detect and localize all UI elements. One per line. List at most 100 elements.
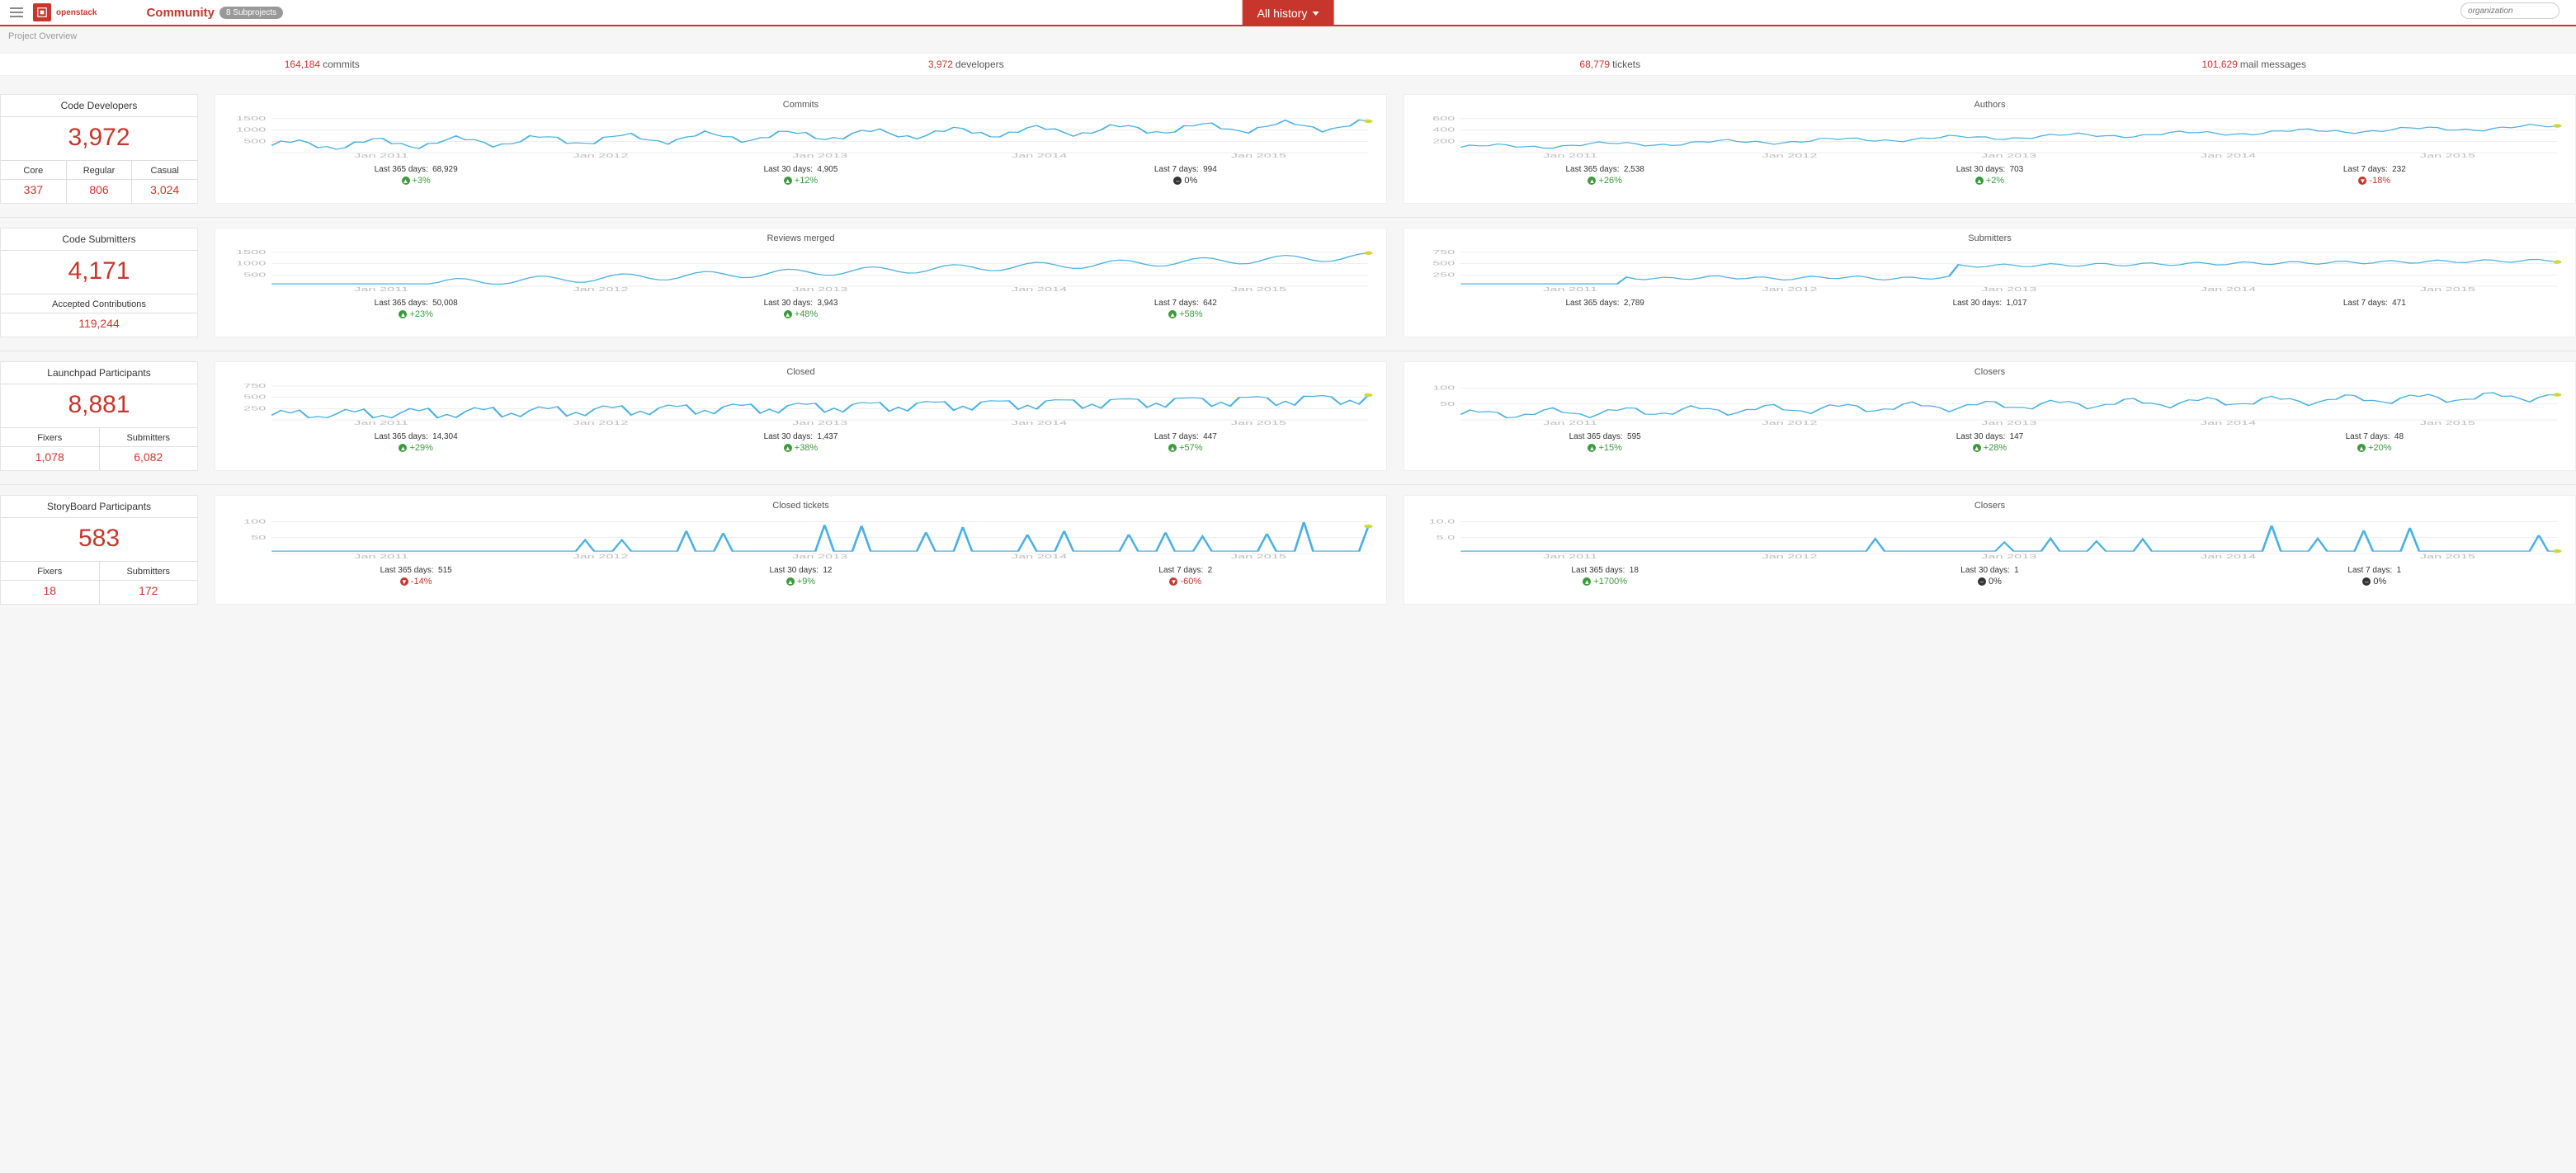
summary-item[interactable]: 3,972developers (644, 54, 1289, 75)
stat-subcell[interactable]: Submitters172 (99, 562, 198, 604)
chart-metrics-row: Last 365 days: 18▲+1700%Last 30 days: 1–… (1413, 560, 2567, 586)
chart-metric: Last 30 days: 1,437▲+38% (608, 430, 993, 453)
stat-subcell[interactable]: Fixers1,078 (1, 428, 99, 470)
chart-metric: Last 7 days: 642▲+58% (993, 296, 1378, 319)
metric-value: 1 (2014, 566, 2019, 575)
sparkline-chart: 250500750Jan 2011Jan 2012Jan 2013Jan 201… (1413, 245, 2567, 293)
metric-delta: ▲+48% (608, 309, 993, 319)
caret-down-icon (1312, 12, 1319, 16)
chart-metric: Last 7 days: 1–0% (2182, 563, 2567, 586)
sparkline-chart: 50010001500Jan 2011Jan 2012Jan 2013Jan 2… (224, 245, 1378, 293)
stat-sub-label: Regular (67, 164, 132, 180)
stat-sub-label: Submitters (100, 431, 198, 447)
dashboard-row: StoryBoard Participants583Fixers18Submit… (0, 484, 2576, 615)
stat-subcell[interactable]: Fixers18 (1, 562, 99, 604)
chart-card: Reviews merged50010001500Jan 2011Jan 201… (215, 228, 1387, 337)
metric-delta: ▲+15% (1413, 443, 1797, 453)
svg-text:100: 100 (1432, 384, 1455, 391)
svg-text:Jan 2015: Jan 2015 (1231, 153, 1286, 159)
chart-metrics-row: Last 365 days: 595▲+15%Last 30 days: 147… (1413, 426, 2567, 453)
svg-text:250: 250 (1432, 271, 1455, 278)
stat-title[interactable]: Code Submitters (1, 228, 197, 251)
chart-metric: Last 365 days: 50,008▲+23% (224, 296, 608, 319)
metric-label: Last 7 days: (2346, 432, 2390, 441)
stat-card: StoryBoard Participants583Fixers18Submit… (0, 495, 198, 605)
stat-sub-label: Casual (132, 164, 197, 180)
svg-text:Jan 2014: Jan 2014 (1012, 286, 1067, 293)
svg-text:Jan 2014: Jan 2014 (1012, 554, 1067, 560)
stat-title[interactable]: Code Developers (1, 95, 197, 117)
metric-label: Last 365 days: (1565, 299, 1619, 308)
stat-sub-label: Submitters (100, 565, 198, 581)
history-filter-label: All history (1257, 7, 1308, 20)
organization-search-input[interactable] (2460, 2, 2559, 19)
stat-subcell[interactable]: Regular806 (66, 161, 132, 203)
metric-value: 994 (1203, 165, 1217, 174)
svg-text:Jan 2013: Jan 2013 (792, 153, 847, 159)
metric-delta: ▲+12% (608, 176, 993, 186)
chart-title: Closed (224, 367, 1378, 377)
svg-text:Jan 2011: Jan 2011 (354, 420, 408, 426)
svg-text:Jan 2015: Jan 2015 (1231, 286, 1286, 293)
history-filter-dropdown[interactable]: All history (1243, 0, 1334, 26)
stat-subcell[interactable]: Casual3,024 (131, 161, 197, 203)
brand-name[interactable]: openstack (56, 8, 97, 17)
summary-item[interactable]: 164,184commits (0, 54, 644, 75)
dashboard-rows: Code Developers3,972Core337Regular806Cas… (0, 76, 2576, 639)
metric-value: 68,929 (432, 165, 458, 174)
stat-subcell[interactable]: Core337 (1, 161, 66, 203)
stat-title[interactable]: Launchpad Participants (1, 362, 197, 384)
metric-label: Last 7 days: (1154, 165, 1199, 174)
svg-text:Jan 2014: Jan 2014 (2201, 420, 2256, 426)
stat-subcell[interactable]: Accepted Contributions119,244 (1, 294, 197, 337)
dashboard-row: Code Developers3,972Core337Regular806Cas… (0, 84, 2576, 214)
svg-text:Jan 2015: Jan 2015 (1231, 554, 1286, 560)
arrow-down-icon: ▼ (1169, 577, 1177, 586)
hamburger-menu-button[interactable] (0, 0, 33, 26)
svg-text:Jan 2013: Jan 2013 (792, 554, 847, 560)
svg-text:Jan 2015: Jan 2015 (1231, 420, 1286, 426)
subprojects-badge[interactable]: 8 Subprojects (219, 7, 283, 19)
metric-value: 18 (1630, 566, 1639, 575)
stat-sub-value: 806 (67, 180, 132, 196)
svg-text:Jan 2012: Jan 2012 (573, 286, 628, 293)
chart-metric: Last 365 days: 2,538▲+26% (1413, 163, 1797, 186)
stat-sub-value: 3,024 (132, 180, 197, 196)
metric-label: Last 30 days: (764, 165, 813, 174)
stat-subcell[interactable]: Submitters6,082 (99, 428, 198, 470)
metric-delta: ▲+9% (608, 577, 993, 586)
metric-value: 1,437 (817, 432, 837, 441)
stat-sub-value: 1,078 (1, 447, 99, 464)
chart-card: Closers50100Jan 2011Jan 2012Jan 2013Jan … (1404, 361, 2576, 471)
svg-text:1000: 1000 (236, 126, 266, 133)
svg-text:Jan 2012: Jan 2012 (573, 153, 628, 159)
chart-card: Closers5.010.0Jan 2011Jan 2012Jan 2013Ja… (1404, 495, 2576, 605)
metric-label: Last 7 days: (1154, 432, 1199, 441)
stat-sub-label: Fixers (1, 431, 99, 447)
metric-value: 147 (2010, 432, 2024, 441)
metric-label: Last 365 days: (1565, 165, 1619, 174)
chart-title: Commits (224, 100, 1378, 110)
svg-text:Jan 2014: Jan 2014 (1012, 420, 1067, 426)
svg-text:500: 500 (243, 393, 266, 400)
metric-value: 4,905 (817, 165, 837, 174)
summary-item[interactable]: 68,779tickets (1288, 54, 1932, 75)
svg-text:200: 200 (1432, 138, 1455, 144)
stat-title[interactable]: StoryBoard Participants (1, 496, 197, 518)
svg-text:Jan 2015: Jan 2015 (2420, 420, 2475, 426)
metric-value: 2,789 (1624, 299, 1644, 308)
summary-item[interactable]: 101,629mail messages (1932, 54, 2576, 75)
stat-sub-label: Fixers (1, 565, 99, 581)
svg-text:Jan 2013: Jan 2013 (1981, 153, 2036, 159)
metric-label: Last 365 days: (375, 165, 428, 174)
chart-metric: Last 30 days: 12▲+9% (608, 563, 993, 586)
svg-text:Jan 2011: Jan 2011 (354, 554, 408, 560)
openstack-logo-icon[interactable] (33, 3, 51, 21)
svg-text:Jan 2012: Jan 2012 (1762, 153, 1817, 159)
svg-text:Jan 2011: Jan 2011 (1543, 286, 1597, 293)
metric-value: 12 (823, 566, 832, 575)
metric-value: 3,943 (817, 299, 837, 308)
sparkline-chart: 200400600Jan 2011Jan 2012Jan 2013Jan 201… (1413, 111, 2567, 159)
community-link[interactable]: Community (146, 6, 215, 20)
svg-text:50: 50 (1440, 401, 1455, 407)
